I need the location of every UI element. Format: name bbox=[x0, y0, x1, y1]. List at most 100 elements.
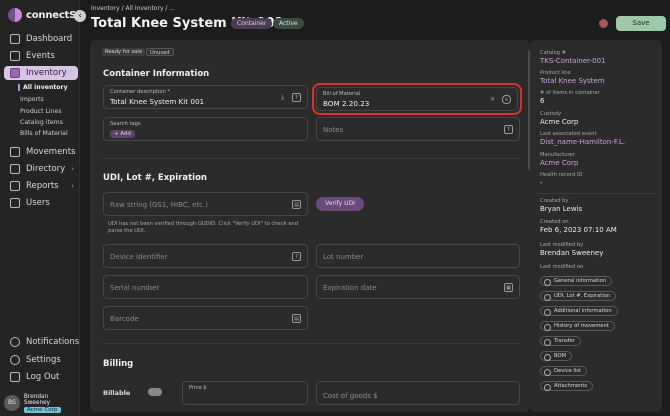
field-placeholder: Raw string (GS1, HIBC, etc.) bbox=[110, 201, 208, 209]
udi-note: UDI has not been verified through GUDID.… bbox=[108, 221, 299, 234]
section-title-billing: Billing bbox=[103, 359, 134, 369]
barcode-scan-icon[interactable]: ▤ bbox=[292, 314, 301, 323]
device-identifier-input[interactable]: Device identifier ? bbox=[103, 244, 308, 268]
meta-label: Custody bbox=[540, 111, 562, 117]
calendar-icon bbox=[10, 51, 20, 61]
chevron-right-icon: › bbox=[71, 148, 74, 156]
sidebar-item-label: Events bbox=[26, 51, 55, 61]
sidebar-subitem-bills-of-material[interactable]: Bills of Material bbox=[20, 130, 68, 137]
manufacturer-link[interactable]: Acme Corp bbox=[540, 159, 578, 167]
meta-product-line: Product line Total Knee System bbox=[540, 70, 605, 85]
section-title-container: Container Information bbox=[103, 69, 210, 79]
sidebar-item-notifications[interactable]: Notifications bbox=[4, 335, 79, 349]
section-link-general[interactable]: General information bbox=[540, 276, 613, 286]
sidebar-item-label: Settings bbox=[26, 355, 61, 365]
section-title-udi: UDI, Lot #, Expiration bbox=[103, 173, 207, 183]
section-link-history[interactable]: History of movement bbox=[540, 321, 615, 331]
status-badge: Active bbox=[273, 18, 304, 29]
meta-value: - bbox=[540, 179, 543, 187]
logo-icon bbox=[8, 8, 22, 22]
section-link-attachments[interactable]: Attachments bbox=[540, 381, 594, 391]
meta-label: Last associated event bbox=[540, 131, 597, 137]
sidebar-subitem-catalog-items[interactable]: Catalog items bbox=[20, 119, 63, 126]
raw-string-input[interactable]: Raw string (GS1, HIBC, etc.) ▤ bbox=[103, 192, 308, 216]
add-tag-button[interactable]: + Add bbox=[110, 130, 136, 138]
sidebar: connectSx Dashboard Events Inventory ⌃ A… bbox=[0, 0, 83, 416]
sidebar-item-inventory[interactable]: Inventory ⌃ bbox=[4, 66, 78, 80]
barcode-scan-icon[interactable]: ▤ bbox=[292, 200, 301, 209]
notes-field[interactable]: Notes ? bbox=[316, 117, 520, 141]
last-event-link[interactable]: Dist_name-Hamilton-F.L. bbox=[540, 138, 625, 146]
field-value: Total Knee System Kit 001 bbox=[110, 97, 205, 106]
field-placeholder: Cost of goods $ bbox=[323, 392, 378, 400]
sidebar-item-label: Movements bbox=[26, 147, 76, 157]
sidebar-item-reports[interactable]: Reports › bbox=[4, 179, 78, 193]
sidebar-item-directory[interactable]: Directory › bbox=[4, 162, 78, 176]
field-label: Container description * bbox=[110, 89, 171, 95]
section-link-bom[interactable]: BOM bbox=[540, 351, 573, 361]
reports-icon bbox=[10, 181, 20, 191]
price-input[interactable]: Price $ bbox=[182, 381, 308, 405]
serial-number-input[interactable]: Serial number bbox=[103, 275, 308, 299]
user-profile[interactable]: BS Brendan Sweeney Acme Corp bbox=[4, 393, 76, 413]
clear-icon[interactable]: × bbox=[488, 95, 497, 104]
sidebar-item-events[interactable]: Events bbox=[4, 49, 78, 63]
cost-of-goods-input[interactable]: Cost of goods $ bbox=[316, 381, 520, 405]
org-badge: Acme Corp bbox=[23, 406, 61, 413]
sidebar-item-logout[interactable]: Log Out bbox=[4, 370, 78, 384]
link-icon[interactable]: ∞ bbox=[502, 95, 511, 104]
user-info: Brendan Sweeney Acme Corp bbox=[23, 393, 76, 413]
users-icon bbox=[10, 198, 20, 208]
sidebar-item-settings[interactable]: Settings bbox=[4, 353, 78, 367]
product-line-link[interactable]: Total Knee System bbox=[540, 77, 605, 85]
download-icon[interactable]: ⤓ bbox=[278, 93, 287, 102]
help-icon[interactable]: ? bbox=[292, 93, 301, 102]
sidebar-item-movements[interactable]: Movements › bbox=[4, 145, 78, 159]
breadcrumb[interactable]: Inventory / All Inventory / ... bbox=[91, 5, 175, 12]
divider bbox=[536, 193, 656, 194]
sidebar-subitem-all-inventory[interactable]: All inventory bbox=[18, 84, 68, 91]
section-link-device-list[interactable]: Device list bbox=[540, 366, 588, 376]
section-link-udi[interactable]: UDI, Lot #, Expiration bbox=[540, 291, 617, 301]
search-tags-field[interactable]: Search tags + Add bbox=[103, 117, 308, 141]
field-placeholder: Expiration date bbox=[323, 284, 377, 292]
billable-label: Billable bbox=[103, 389, 131, 397]
catalog-link[interactable]: TKS-Container-001 bbox=[540, 57, 605, 65]
meta-custody: Custody Acme Corp bbox=[540, 111, 578, 126]
save-button[interactable]: Save bbox=[616, 16, 666, 31]
calendar-icon[interactable]: ▦ bbox=[504, 283, 513, 292]
lot-number-input[interactable]: Lot number bbox=[316, 244, 520, 268]
user-name: Brendan Sweeney bbox=[23, 393, 51, 406]
help-icon[interactable]: ? bbox=[292, 252, 301, 261]
divider bbox=[102, 343, 520, 344]
meta-modified-by: Last modified by Brendan Sweeney bbox=[540, 242, 603, 257]
section-link-transfer[interactable]: Transfer bbox=[540, 336, 581, 346]
meta-label: Catalog # bbox=[540, 50, 566, 56]
container-description-field[interactable]: Container description * Total Knee Syste… bbox=[103, 85, 308, 109]
meta-label: Created on bbox=[540, 219, 569, 225]
meta-health-record: Health record ID - bbox=[540, 172, 582, 187]
logo[interactable]: connectSx bbox=[8, 8, 83, 22]
help-icon[interactable]: ? bbox=[504, 125, 513, 134]
meta-label: Health record ID bbox=[540, 172, 583, 178]
main-form: Ready for sale Unused Container Informat… bbox=[90, 40, 530, 412]
topbar: Inventory / All Inventory / ... Total Kn… bbox=[80, 0, 670, 38]
sidebar-subitem-imports[interactable]: Imports bbox=[20, 96, 44, 103]
sidebar-item-users[interactable]: Users bbox=[4, 196, 78, 210]
sidebar-item-dashboard[interactable]: Dashboard bbox=[4, 32, 78, 46]
bill-of-material-field[interactable]: Bill of Material BOM 2.20.23 × ∞ bbox=[312, 83, 522, 115]
record-icon[interactable] bbox=[599, 19, 608, 28]
movements-icon bbox=[10, 147, 20, 157]
verify-udi-button[interactable]: Verify UDI bbox=[316, 197, 364, 211]
meta-label: Created by bbox=[540, 198, 569, 204]
status-chip-ready: Ready for sale bbox=[102, 48, 146, 56]
section-link-additional[interactable]: Additional information bbox=[540, 306, 618, 316]
meta-value: Feb 6, 2023 07:10 AM bbox=[540, 226, 617, 234]
sidebar-item-label: Reports bbox=[26, 181, 59, 191]
sidebar-subitem-product-lines[interactable]: Product Lines bbox=[20, 108, 62, 115]
field-placeholder: Serial number bbox=[110, 284, 160, 292]
billable-toggle[interactable] bbox=[148, 388, 162, 396]
meta-last-event: Last associated event Dist_name-Hamilton… bbox=[540, 131, 625, 146]
expiration-date-input[interactable]: Expiration date ▦ bbox=[316, 275, 520, 299]
barcode-input[interactable]: Barcode ▤ bbox=[103, 306, 308, 330]
